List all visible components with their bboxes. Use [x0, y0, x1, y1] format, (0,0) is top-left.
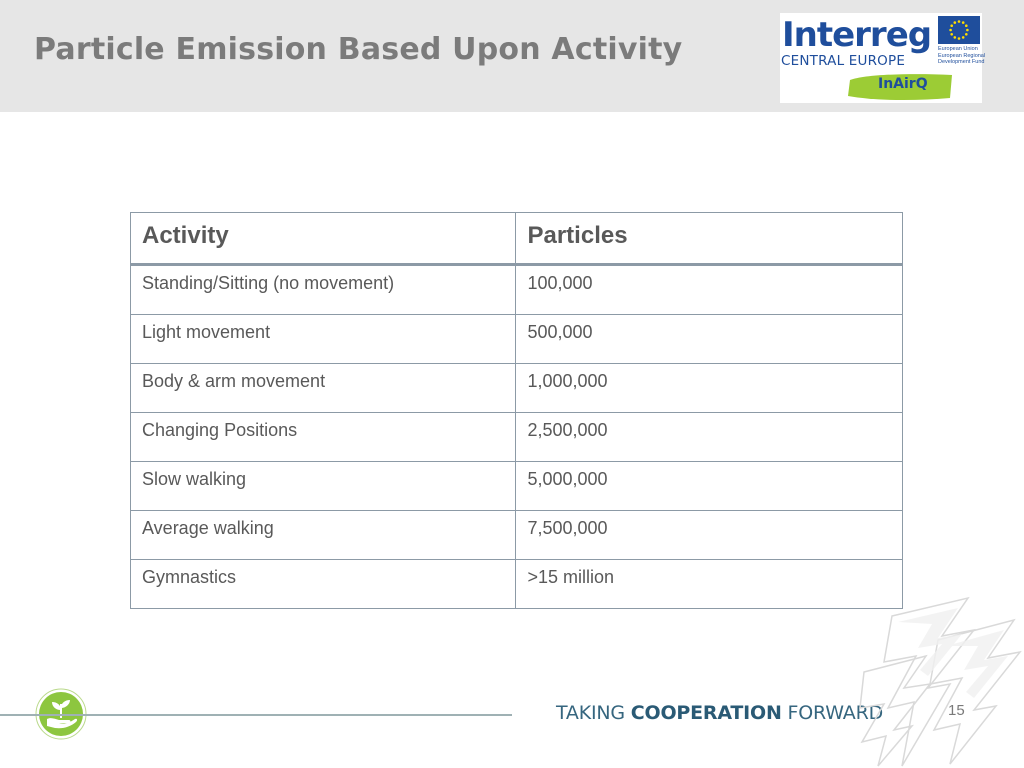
activity-cell: Changing Positions [129, 412, 517, 462]
activity-cell: Average walking [129, 510, 517, 560]
table-row: Changing Positions 2,500,000 [129, 412, 903, 462]
footer-divider [0, 714, 512, 716]
logo-subtitle: CENTRAL EUROPE [781, 53, 906, 69]
eu-fund-text: European Union European Regional Develop… [938, 46, 986, 65]
table-row: Body & arm movement 1,000,000 [129, 363, 903, 413]
slide-title: Particle Emission Based Upon Activity [34, 32, 683, 67]
header-activity: Activity [129, 212, 517, 266]
page-number: 15 [948, 702, 965, 719]
table-row: Slow walking 5,000,000 [129, 461, 903, 511]
activity-cell: Standing/Sitting (no movement) [129, 264, 517, 315]
activity-particles-table: Activity Particles Standing/Sitting (no … [129, 212, 903, 609]
particles-cell: 500,000 [515, 314, 903, 364]
interreg-logo: Interreg CENTRAL EUROPE European Union E… [780, 13, 986, 103]
particles-cell: 100,000 [515, 264, 903, 315]
footer-tagline: TAKING COOPERATION FORWARD [556, 702, 884, 724]
particles-cell: 1,000,000 [515, 363, 903, 413]
table-row: Average walking 7,500,000 [129, 510, 903, 560]
activity-cell: Slow walking [129, 461, 517, 511]
table-header-row: Activity Particles [129, 212, 903, 266]
particles-cell: 5,000,000 [515, 461, 903, 511]
header-particles: Particles [515, 212, 903, 266]
particles-cell: 2,500,000 [515, 412, 903, 462]
table-row: Light movement 500,000 [129, 314, 903, 364]
logo-wordmark: Interreg [782, 15, 932, 55]
eu-flag-icon [938, 16, 980, 44]
project-label: InAirQ [878, 76, 928, 92]
table-row: Gymnastics >15 million [129, 559, 903, 609]
particles-cell: >15 million [515, 559, 903, 609]
table-row: Standing/Sitting (no movement) 100,000 [129, 264, 903, 315]
particles-cell: 7,500,000 [515, 510, 903, 560]
activity-cell: Gymnastics [129, 559, 517, 609]
activity-cell: Body & arm movement [129, 363, 517, 413]
activity-cell: Light movement [129, 314, 517, 364]
arrows-decoration [859, 596, 1022, 767]
